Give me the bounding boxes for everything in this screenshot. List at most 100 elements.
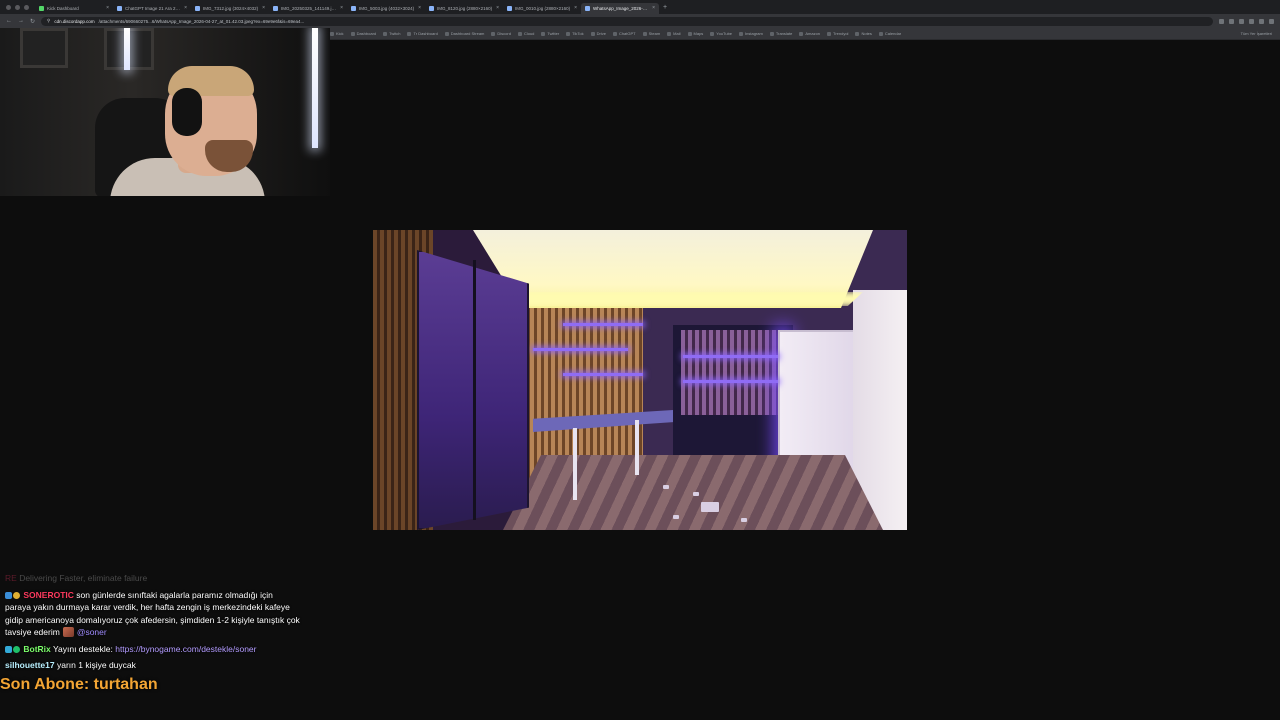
zoom-window-icon[interactable] [24,4,29,10]
browser-tab[interactable]: ChatGPT Image 21 Ara 20... × [113,3,191,14]
extension-icon[interactable] [1249,18,1254,24]
bookmark-item[interactable]: Drive [590,31,606,36]
room-photo [373,230,907,530]
chat-text: yarın 1 kişiye duycak [56,660,136,670]
light-strip [312,28,318,148]
bookmark-item[interactable]: Maps [687,31,703,36]
chat-message: SONEROTIC son günlerde sınıftaki agalarl… [0,589,300,639]
all-bookmarks-button[interactable]: Tüm Yer İşaretleri [1241,31,1272,36]
image-icon [429,5,434,11]
chat-username: SONEROTIC [23,589,74,600]
wall-frame [20,28,68,68]
bookmark-item[interactable]: Translate [769,31,792,36]
close-window-icon[interactable] [6,4,11,10]
bookmark-icon [642,31,647,36]
bookmark-item[interactable]: Twitch [383,31,400,36]
close-tab-icon[interactable]: × [340,5,343,11]
url-path: /attachments/690660275...6/WhatsApp_Imag… [98,18,305,24]
chat-username: silhouette17 [5,660,55,670]
close-tab-icon[interactable]: × [496,5,499,11]
chat-message: silhouette17 yarın 1 kişiye duycak [0,659,300,672]
reload-icon[interactable]: ↻ [30,18,35,25]
back-icon[interactable]: ← [6,18,12,24]
gifter-badge-icon [13,591,20,599]
browser-tab-active[interactable]: WhatsApp_Image_2026-04... × [581,2,659,14]
browser-tab-strip: Kick Dashboard × ChatGPT Image 21 Ara 20.… [0,0,1280,14]
menu-icon[interactable] [1269,18,1274,24]
bookmark-item[interactable]: Twitter [541,31,559,36]
minimize-window-icon[interactable] [15,4,20,10]
browser-tab[interactable]: IMG_0010.jpg (2880×2160) × [503,3,581,14]
headset [172,88,202,136]
lit-shelf [683,380,778,383]
bot-badge-icon [5,645,12,653]
webcam-overlay [0,28,330,196]
bookmark-icon [878,31,883,36]
bookmark-star-icon[interactable] [1219,18,1224,24]
bookmark-icon [350,31,355,36]
tab-title: IMG_8120.jpg (2880×2160) [437,5,493,11]
bookmark-icon [407,31,412,36]
image-icon [273,5,278,11]
bookmark-item[interactable]: Amazon [799,31,820,36]
browser-tab[interactable]: Kick Dashboard × [35,3,113,14]
browser-tab[interactable]: IMG_7312.jpg (3024×4032) × [191,3,269,14]
bookmark-icon [739,31,744,36]
forward-icon[interactable]: → [18,18,24,24]
bookmark-item[interactable]: TikTok [566,31,584,36]
bookmark-item[interactable]: Mail [667,31,681,36]
bookmark-item[interactable]: Notes [855,31,872,36]
extension-icon[interactable] [1229,18,1234,24]
close-tab-icon[interactable]: × [106,5,109,11]
chat-overlay: RE Delivering Faster, eliminate failure … [0,572,300,672]
profile-icon[interactable] [1259,18,1264,24]
bookmark-item[interactable]: Kick [330,31,344,36]
emote-icon [62,627,74,637]
bookmark-item[interactable]: Dashboard Stream [444,31,484,36]
bookmark-icon [855,31,860,36]
bookmark-item[interactable]: Discord [491,31,511,36]
close-tab-icon[interactable]: × [652,5,655,11]
image-icon [351,5,356,11]
bookmark-item[interactable]: Steam [642,31,660,36]
bookmark-icon [799,31,804,36]
tab-title: Kick Dashboard [47,5,79,11]
close-tab-icon[interactable]: × [574,5,577,11]
bookmark-item[interactable]: Trendyol [827,31,848,36]
extension-icons [1219,18,1274,24]
tab-title: IMG_7312.jpg (3024×4032) [203,5,259,11]
window-controls[interactable] [0,4,35,10]
browser-tab[interactable]: IMG_8120.jpg (2880×2160) × [425,3,503,14]
lit-shelf [683,355,778,358]
close-tab-icon[interactable]: × [418,5,421,11]
chatgpt-icon [117,5,122,11]
address-bar[interactable]: ⚲ cdn.discordapp.com/attachments/6906602… [41,16,1213,26]
chat-text: Yayını destekle: [52,643,113,654]
verified-badge-icon [13,645,20,653]
chat-text: Delivering Faster, eliminate failure [19,573,148,583]
bookmark-item[interactable]: ChatGPT [612,31,636,36]
bookmark-icon [710,31,715,36]
bookmark-item[interactable]: Dashboard [350,31,376,36]
bookmark-item[interactable]: Tr Dashboard [407,31,438,36]
chat-message-faded: RE Delivering Faster, eliminate failure [0,572,300,585]
chat-link[interactable]: https://bynogame.com/destekle/soner [115,644,256,654]
bookmark-item[interactable]: Cloud [517,31,534,36]
tab-title: IMG_0010.jpg (2880×2160) [515,5,571,11]
bookmark-item[interactable]: Calendar [878,31,901,36]
browser-tab[interactable]: IMG_20250325_141149.jp... × [269,3,347,14]
subscriber-badge-icon [5,591,12,599]
bookmark-icon [517,31,522,36]
bookmark-icon [769,31,774,36]
bookmark-icon [330,31,334,36]
image-icon [507,5,512,11]
browser-tab[interactable]: IMG_5003.jpg (4032×3024) × [347,3,425,14]
bookmark-item[interactable]: Instagram [739,31,763,36]
close-tab-icon[interactable]: × [184,5,187,11]
lit-shelf [563,373,643,376]
new-tab-icon[interactable]: + [663,4,667,11]
bookmark-item[interactable]: YouTube [710,31,732,36]
site-info-icon[interactable]: ⚲ [47,18,50,24]
close-tab-icon[interactable]: × [262,5,265,11]
extension-icon[interactable] [1239,18,1244,24]
